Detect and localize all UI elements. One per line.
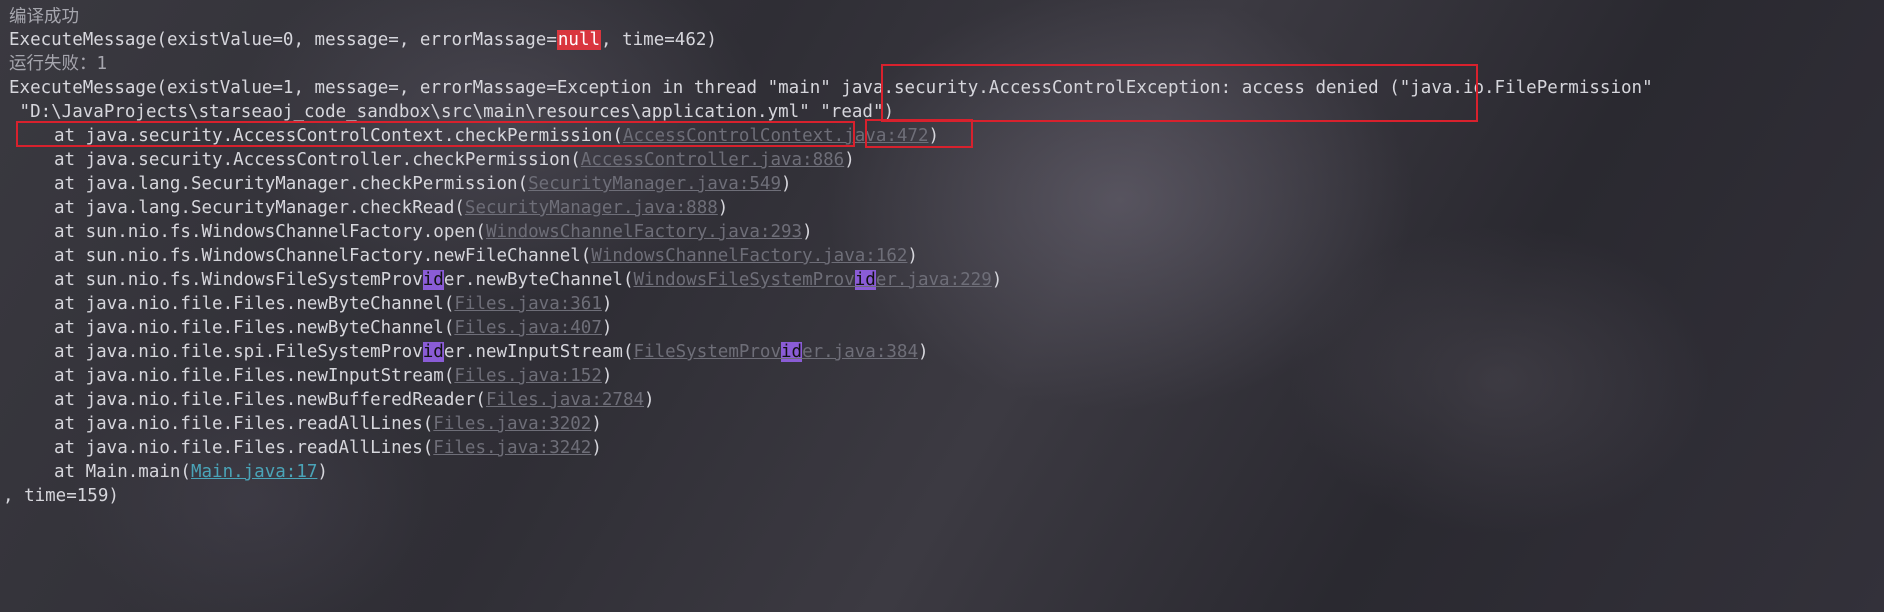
null-highlight: null	[556, 30, 602, 50]
search-match-highlight: id	[422, 270, 444, 290]
source-link[interactable]: SecurityManager.java:549	[528, 174, 781, 194]
source-link[interactable]: FileSystemProvider.java:384	[634, 342, 918, 362]
source-link[interactable]: WindowsChannelFactory.java:162	[591, 246, 907, 266]
run-console-output: 编译成功 ExecuteMessage(existValue=0, messag…	[0, 0, 1884, 612]
search-match-highlight: id	[781, 342, 803, 362]
search-match-highlight: id	[422, 342, 444, 362]
source-link[interactable]: Files.java:3202	[433, 414, 591, 434]
path-annotation-box	[16, 121, 855, 147]
source-link[interactable]: WindowsChannelFactory.java:293	[486, 222, 802, 242]
source-link[interactable]: SecurityManager.java:888	[465, 198, 718, 218]
execute-message-line-1: ExecuteMessage(existValue=0, message=, e…	[9, 30, 717, 50]
source-link[interactable]: AccessController.java:886	[581, 150, 844, 170]
source-link[interactable]: Files.java:407	[454, 318, 602, 338]
source-link[interactable]: Files.java:2784	[486, 390, 644, 410]
exception-annotation-box	[881, 64, 1478, 122]
search-match-highlight: id	[854, 270, 876, 290]
read-annotation-box	[865, 119, 973, 148]
source-link[interactable]: Files.java:361	[454, 294, 602, 314]
main-source-link[interactable]: Main.java:17	[191, 462, 317, 482]
source-link[interactable]: Files.java:152	[454, 366, 602, 386]
source-link[interactable]: Files.java:3242	[433, 438, 591, 458]
time-line: , time=159)	[3, 486, 119, 506]
source-link[interactable]: WindowsFileSystemProvider.java:229	[634, 270, 992, 290]
